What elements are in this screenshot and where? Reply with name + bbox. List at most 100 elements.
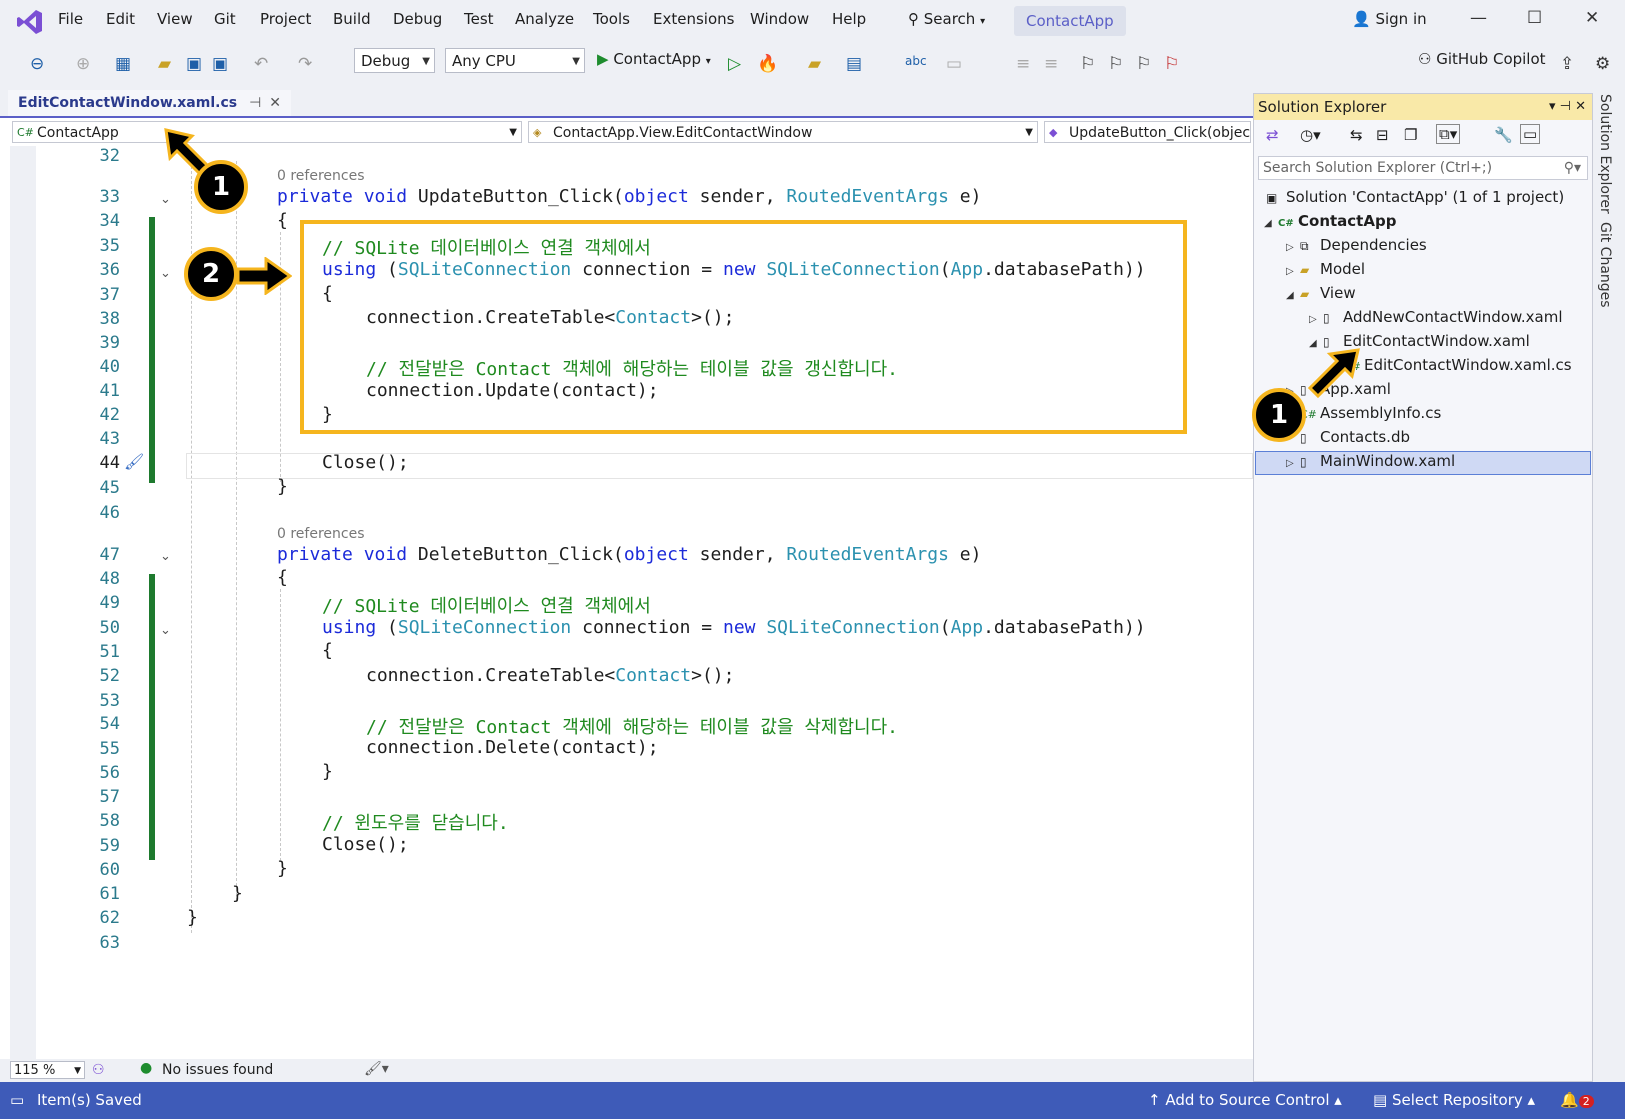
comment-icon[interactable]: ▭	[946, 54, 962, 74]
undo-icon[interactable]: ↶	[254, 54, 268, 74]
bookmark-icon[interactable]: ⚐	[1080, 54, 1095, 74]
window-layout-icon[interactable]: ▤	[846, 54, 862, 74]
indent-icon[interactable]: ≡	[1016, 54, 1030, 74]
collapse-icon[interactable]: ⌄	[160, 266, 171, 281]
outdent-icon[interactable]: ≡	[1044, 54, 1058, 74]
tree-item-view[interactable]: ◢ ▰ View	[1286, 284, 1356, 302]
github-copilot-button[interactable]: ⚇ GitHub Copilot	[1418, 50, 1546, 68]
prev-bookmark-icon[interactable]: ⚐	[1108, 54, 1123, 74]
project-dropdown[interactable]: C# ContactApp ▼	[12, 121, 522, 143]
solution-search-input[interactable]: Search Solution Explorer (Ctrl+;) ⚲▾	[1258, 156, 1588, 180]
menu-window[interactable]: Window	[750, 10, 809, 28]
copilot-icon: ⚇	[1418, 50, 1437, 68]
configuration-dropdown[interactable]: Debug ▼	[354, 48, 435, 73]
tree-item-project[interactable]: ◢ C# ContactApp	[1264, 212, 1396, 230]
quick-action-brush-icon[interactable]: 🖌	[124, 452, 144, 471]
cleanup-brush-icon[interactable]: 🖌▾	[364, 1061, 389, 1077]
code-editor[interactable]: 32 33 34 35 36 37 38 39 40 41 42 43 44 45 46 47 48 49 50 51…	[0, 128, 1253, 1059]
preview-selected-icon[interactable]: ⧉▾	[1436, 124, 1461, 144]
search-button[interactable]: ⚲ Search ▾	[908, 10, 985, 28]
menu-help[interactable]: Help	[832, 10, 866, 28]
pin-icon[interactable]: ⊣	[249, 95, 261, 111]
tree-item-mainwindow[interactable]: ▷ ▯ MainWindow.xaml	[1286, 452, 1455, 470]
select-repository-button[interactable]: ▤ Select Repository ▴	[1373, 1091, 1535, 1109]
switch-views-icon[interactable]: ⇄	[1266, 126, 1279, 144]
health-icon[interactable]: ⚇	[92, 1062, 105, 1078]
collapse-icon[interactable]: ⌄	[160, 192, 171, 207]
change-bar	[149, 217, 155, 483]
line-number: 58	[99, 811, 120, 831]
bell-icon: 🔔	[1560, 1091, 1579, 1109]
hot-reload-icon[interactable]: 🔥	[757, 54, 778, 74]
share-icon[interactable]: ⇪	[1560, 54, 1574, 74]
menu-project[interactable]: Project	[260, 10, 311, 28]
codelens-references[interactable]: 0 references	[277, 526, 365, 542]
tree-label: Model	[1320, 260, 1366, 278]
start-without-debugging-icon[interactable]: ▷	[728, 54, 741, 74]
sign-in-button[interactable]: 👤 Sign in	[1352, 10, 1427, 28]
tree-item-solution[interactable]: ▣ Solution 'ContactApp' (1 of 1 project)	[1266, 188, 1564, 206]
new-project-icon[interactable]: ▦	[115, 54, 131, 74]
close-icon[interactable]: ✕	[1575, 99, 1586, 114]
code-comment: // 전달받은 Contact 객체에 해당하는 테이블 값을 삭제합니다.	[366, 717, 898, 738]
zoom-dropdown[interactable]: 115 % ▼	[10, 1061, 85, 1079]
menu-file[interactable]: File	[58, 10, 83, 28]
redo-icon[interactable]: ↷	[298, 54, 312, 74]
collapse-icon[interactable]: ⌄	[160, 549, 171, 564]
tree-item-model[interactable]: ▷ ▰ Model	[1286, 260, 1365, 278]
menu-analyze[interactable]: Analyze	[515, 10, 574, 28]
dropdown-icon[interactable]: ▾	[1549, 99, 1556, 114]
tab-solution-explorer[interactable]: Solution Explorer	[1597, 94, 1613, 214]
menu-build[interactable]: Build	[333, 10, 371, 28]
menu-extensions[interactable]: Extensions	[653, 10, 734, 28]
folder-icon[interactable]: ▰	[808, 54, 821, 74]
menu-tools[interactable]: Tools	[593, 10, 630, 28]
properties-icon[interactable]: 🔧	[1494, 126, 1513, 144]
maximize-icon[interactable]: ☐	[1527, 8, 1542, 28]
forward-icon[interactable]: ⊕	[76, 54, 90, 74]
history-icon[interactable]: ◷▾	[1300, 126, 1321, 144]
issues-status[interactable]: No issues found	[162, 1062, 273, 1078]
tree-item-dependencies[interactable]: ▷ ⧉ Dependencies	[1286, 236, 1427, 254]
notifications-button[interactable]: 🔔 2	[1560, 1091, 1594, 1109]
add-to-source-control-button[interactable]: ↑ Add to Source Control ▴	[1148, 1091, 1342, 1109]
menu-view[interactable]: View	[157, 10, 193, 28]
save-all-icon[interactable]: ▣	[212, 54, 228, 74]
close-tab-icon[interactable]: ✕	[269, 95, 281, 111]
pin-icon[interactable]: ⊣	[1560, 99, 1571, 114]
configuration-value: Debug	[361, 52, 411, 70]
next-bookmark-icon[interactable]: ⚐	[1136, 54, 1151, 74]
line-number: 53	[99, 691, 120, 711]
tab-editcontactwindow-xaml-cs[interactable]: EditContactWindow.xaml.cs ⊣ ✕	[8, 90, 292, 116]
tree-item-contacts-db[interactable]: ▯ Contacts.db	[1300, 428, 1410, 446]
member-dropdown[interactable]: ◆ UpdateButton_Click(objec	[1044, 121, 1251, 143]
dock-icon[interactable]: ▭	[1520, 124, 1541, 144]
visual-studio-logo-icon[interactable]	[16, 8, 44, 36]
codelens-references[interactable]: 0 references	[277, 168, 365, 184]
clear-bookmarks-icon[interactable]: ⚐	[1164, 54, 1179, 74]
settings-icon[interactable]: ⚙	[1595, 54, 1610, 74]
spell-check-icon[interactable]: abc	[905, 54, 927, 68]
menu-test[interactable]: Test	[464, 10, 494, 28]
folder-icon: ▰	[1300, 263, 1310, 277]
menu-git[interactable]: Git	[214, 10, 236, 28]
open-folder-icon[interactable]: ▰	[158, 54, 171, 74]
line-number: 35	[99, 236, 120, 256]
start-debugging-button[interactable]: ▶ ContactApp ▾	[597, 50, 711, 68]
type-dropdown[interactable]: ◈ ContactApp.View.EditContactWindow ▼	[528, 121, 1038, 143]
collapse-icon[interactable]: ⌄	[160, 623, 171, 638]
menu-edit[interactable]: Edit	[106, 10, 135, 28]
back-icon[interactable]: ⊖	[30, 54, 44, 74]
menu-debug[interactable]: Debug	[393, 10, 442, 28]
platform-dropdown[interactable]: Any CPU ▼	[445, 48, 585, 73]
collapse-all-icon[interactable]: ⊟	[1376, 126, 1389, 144]
close-icon[interactable]: ✕	[1585, 8, 1599, 28]
show-all-files-icon[interactable]: ❐	[1404, 126, 1417, 144]
tree-item-addnewcontactwindow[interactable]: ▷ ▯ AddNewContactWindow.xaml	[1309, 308, 1563, 326]
code-line: using (SQLiteConnection connection = new…	[322, 617, 1146, 638]
tab-git-changes[interactable]: Git Changes	[1597, 222, 1613, 308]
sync-icon[interactable]: ⇆	[1350, 126, 1363, 144]
save-icon[interactable]: ▣	[186, 54, 202, 74]
minimize-icon[interactable]: —	[1470, 8, 1487, 28]
tree-item-editcontactwindow-cs[interactable]: C#EditContactWindow.xaml.cs	[1344, 356, 1572, 374]
